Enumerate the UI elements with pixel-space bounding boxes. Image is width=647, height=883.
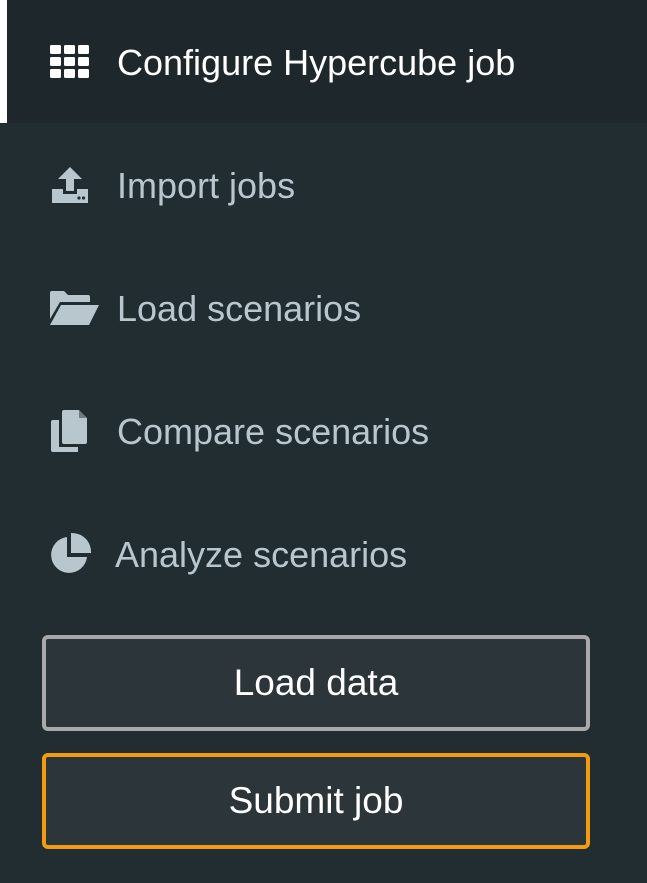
sidebar: Configure Hypercube job Import jobs Load… (0, 0, 647, 883)
sidebar-item-analyze-scenarios[interactable]: Analyze scenarios (0, 492, 647, 615)
sidebar-item-label: Load scenarios (117, 288, 362, 329)
sidebar-item-label: Import jobs (117, 165, 296, 206)
upload-icon (48, 163, 92, 207)
copy-icon (48, 409, 92, 453)
sidebar-item-configure-hypercube-job[interactable]: Configure Hypercube job (0, 0, 647, 123)
sidebar-item-label: Analyze scenarios (115, 534, 408, 575)
pie-chart-icon (48, 532, 92, 576)
sidebar-item-label: Compare scenarios (117, 411, 430, 452)
active-indicator (0, 0, 7, 123)
sidebar-item-label: Configure Hypercube job (117, 42, 516, 83)
sidebar-item-import-jobs[interactable]: Import jobs (0, 123, 647, 246)
th-icon (48, 40, 92, 84)
submit-job-button[interactable]: Submit job (42, 753, 590, 849)
sidebar-item-load-scenarios[interactable]: Load scenarios (0, 246, 647, 369)
load-data-button[interactable]: Load data (42, 635, 590, 731)
folder-open-icon (48, 286, 100, 330)
sidebar-item-compare-scenarios[interactable]: Compare scenarios (0, 369, 647, 492)
